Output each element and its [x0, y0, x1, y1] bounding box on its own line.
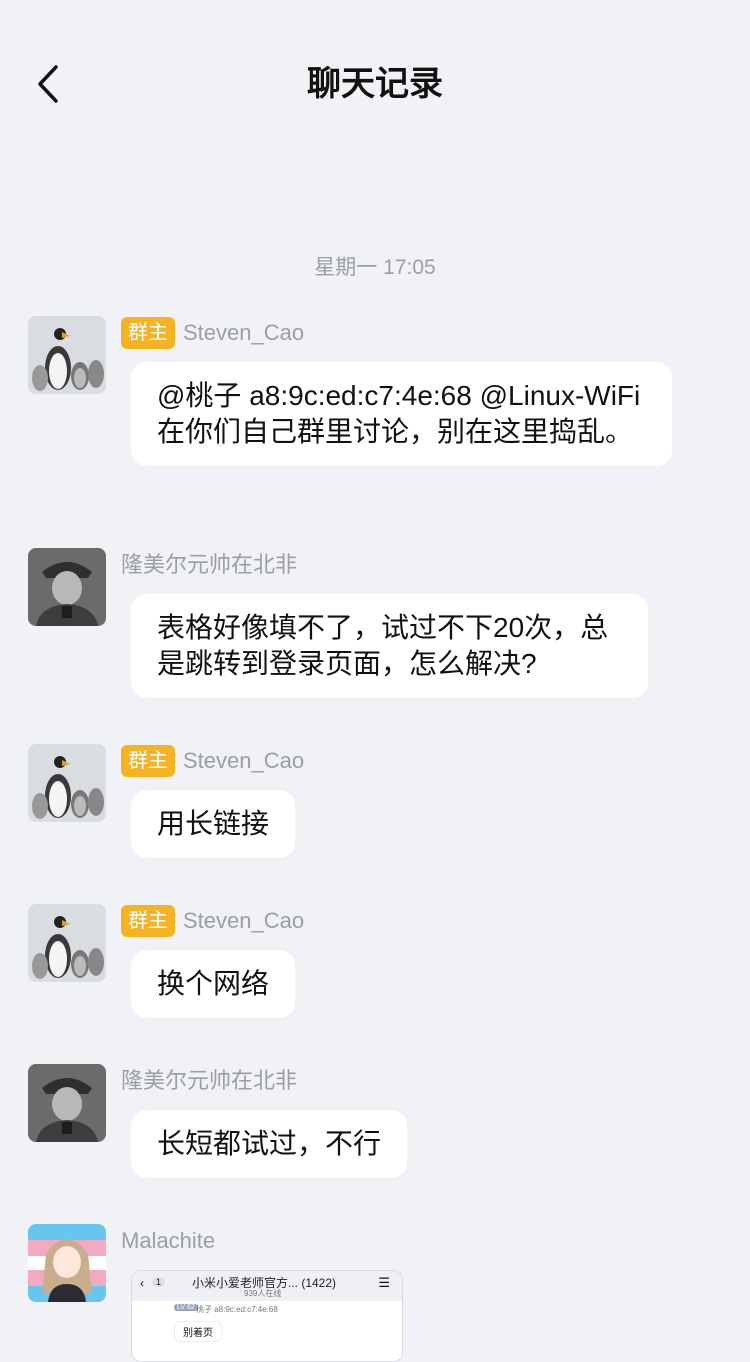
sender-name[interactable]: 隆美尔元帅在北非	[121, 548, 297, 582]
avatar[interactable]	[28, 548, 106, 626]
header: 聊天记录	[0, 0, 750, 170]
owner-badge: 群主	[121, 745, 175, 777]
screenshot-back-count: 1	[152, 1277, 166, 1287]
message-bubble[interactable]: @桃子 a8:9c:ed:c7:4e:68 @Linux-WiFi 在你们自己群…	[131, 362, 672, 466]
officer-avatar-icon	[28, 548, 106, 626]
sender-meta: 隆美尔元帅在北非	[121, 548, 297, 582]
sender-name[interactable]: Steven_Cao	[183, 904, 304, 938]
owner-badge: 群主	[121, 317, 175, 349]
screenshot-reply: 别着页	[174, 1321, 222, 1342]
screenshot-username: 桃子 a8:9c:ed:c7:4e:68	[196, 1305, 278, 1314]
message-bubble[interactable]: 用长链接	[131, 790, 296, 858]
screenshot-level-badge: LV 62	[174, 1304, 198, 1311]
sender-meta: 群主 Steven_Cao	[121, 316, 304, 350]
avatar[interactable]	[28, 744, 106, 822]
avatar[interactable]	[28, 904, 106, 982]
timestamp: 星期一 17:05	[314, 256, 436, 279]
page-title: 聊天记录	[307, 65, 443, 103]
message-bubble[interactable]: 表格好像填不了，试过不下20次，总是跳转到登录页面，怎么解决?	[131, 594, 648, 698]
screenshot-back-icon: ‹	[140, 1276, 144, 1290]
image-message[interactable]: ‹ 1 小米小爱老师官方... (1422) 939人在线 ☰ LV 62 桃子…	[131, 1270, 403, 1362]
sender-meta: 隆美尔元帅在北非	[121, 1064, 297, 1098]
sender-meta: 群主 Steven_Cao	[121, 904, 304, 938]
owner-badge: 群主	[121, 905, 175, 937]
sender-name[interactable]: 隆美尔元帅在北非	[121, 1064, 297, 1098]
sender-meta: Malachite	[121, 1224, 215, 1258]
avatar[interactable]	[28, 1064, 106, 1142]
message-bubble[interactable]: 换个网络	[131, 950, 296, 1018]
penguin-avatar-icon	[28, 904, 106, 982]
officer-avatar-icon	[28, 1064, 106, 1142]
sender-name[interactable]: Steven_Cao	[183, 316, 304, 350]
penguin-avatar-icon	[28, 316, 106, 394]
screenshot-menu-icon: ☰	[378, 1275, 390, 1290]
sender-name[interactable]: Malachite	[121, 1224, 215, 1258]
avatar[interactable]	[28, 316, 106, 394]
avatar[interactable]	[28, 1224, 106, 1302]
anime-avatar-icon	[28, 1224, 106, 1302]
sender-name[interactable]: Steven_Cao	[183, 744, 304, 778]
message-bubble[interactable]: 长短都试过，不行	[131, 1110, 408, 1178]
penguin-avatar-icon	[28, 744, 106, 822]
sender-meta: 群主 Steven_Cao	[121, 744, 304, 778]
screenshot-online-count: 939人在线	[244, 1289, 282, 1298]
